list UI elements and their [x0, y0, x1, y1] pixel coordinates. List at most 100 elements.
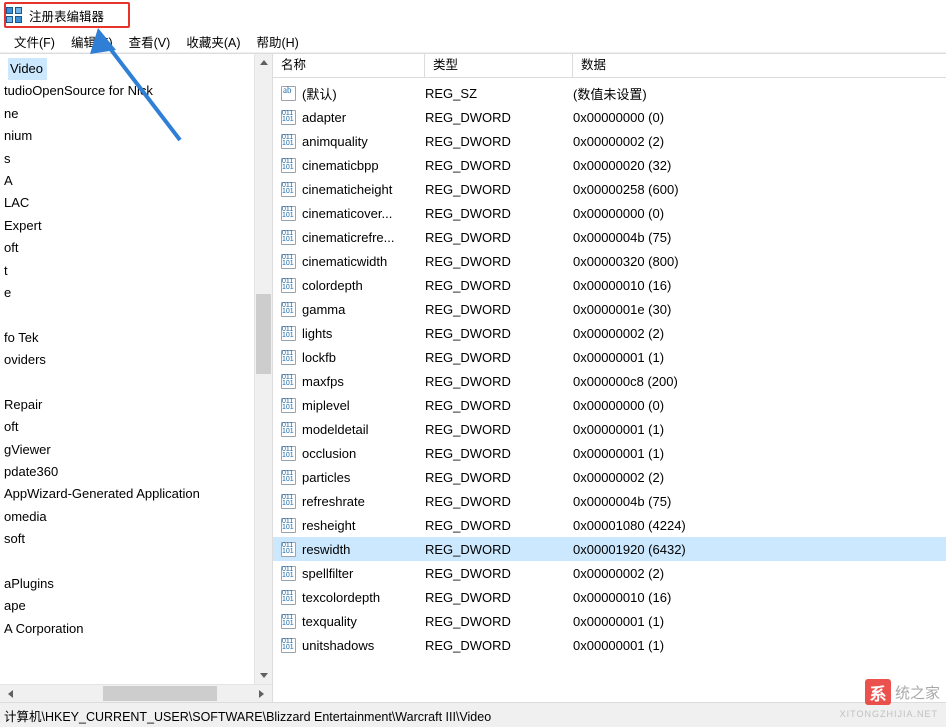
value-row[interactable]: lightsREG_DWORD0x00000002 (2)	[273, 321, 946, 345]
values-list[interactable]: (默认)REG_SZ(数值未设置)adapterREG_DWORD0x00000…	[273, 78, 946, 702]
dword-value-icon	[281, 446, 296, 461]
value-type: REG_DWORD	[425, 350, 573, 365]
value-row[interactable]: modeldetailREG_DWORD0x00000001 (1)	[273, 417, 946, 441]
tree-item[interactable]: oft	[0, 416, 254, 438]
menu-favorites[interactable]: 收藏夹(A)	[178, 30, 248, 53]
tree-item[interactable]: pdate360	[0, 461, 254, 483]
scroll-left-arrow-icon[interactable]	[0, 685, 17, 702]
tree-item[interactable]: tudioOpenSource for Nick	[0, 80, 254, 102]
tree-item[interactable]: Repair	[0, 394, 254, 416]
value-row[interactable]: spellfilterREG_DWORD0x00000002 (2)	[273, 561, 946, 585]
value-name: cinematicbpp	[302, 158, 379, 173]
value-row[interactable]: resheightREG_DWORD0x00001080 (4224)	[273, 513, 946, 537]
value-row[interactable]: reswidthREG_DWORD0x00001920 (6432)	[273, 537, 946, 561]
dword-value-icon	[281, 398, 296, 413]
tree-item[interactable]: gViewer	[0, 439, 254, 461]
value-type: REG_DWORD	[425, 374, 573, 389]
value-name-cell: miplevel	[273, 398, 425, 413]
value-name: particles	[302, 470, 350, 485]
tree-item[interactable]	[0, 371, 254, 393]
value-name: lights	[302, 326, 332, 341]
tree-item[interactable]: A Corporation	[0, 618, 254, 640]
column-header-type[interactable]: 类型	[425, 54, 573, 77]
status-bar: 计算机\HKEY_CURRENT_USER\SOFTWARE\Blizzard …	[0, 702, 946, 727]
value-row[interactable]: (默认)REG_SZ(数值未设置)	[273, 81, 946, 105]
tree-item[interactable]: s	[0, 148, 254, 170]
column-header-data[interactable]: 数据	[573, 54, 946, 77]
value-data: 0x0000004b (75)	[573, 230, 946, 245]
value-row[interactable]: cinematicwidthREG_DWORD0x00000320 (800)	[273, 249, 946, 273]
value-name-cell: refreshrate	[273, 494, 425, 509]
tree-item[interactable]: AppWizard-Generated Application	[0, 483, 254, 505]
tree-item[interactable]: ape	[0, 595, 254, 617]
tree-item[interactable]	[0, 304, 254, 326]
value-type: REG_DWORD	[425, 470, 573, 485]
tree-item-selected[interactable]: Video	[8, 58, 47, 80]
dword-value-icon	[281, 302, 296, 317]
tree-item[interactable]: aPlugins	[0, 573, 254, 595]
tree-item[interactable]: LAC	[0, 192, 254, 214]
tree-item[interactable]: Expert	[0, 215, 254, 237]
value-row[interactable]: animqualityREG_DWORD0x00000002 (2)	[273, 129, 946, 153]
string-value-icon	[281, 86, 296, 101]
value-type: REG_DWORD	[425, 422, 573, 437]
value-name-cell: adapter	[273, 110, 425, 125]
value-row[interactable]: cinematicheightREG_DWORD0x00000258 (600)	[273, 177, 946, 201]
registry-editor-icon	[6, 7, 23, 24]
value-data: 0x00000020 (32)	[573, 158, 946, 173]
tree-item[interactable]: e	[0, 282, 254, 304]
dword-value-icon	[281, 182, 296, 197]
tree-horizontal-scrollbar[interactable]	[0, 684, 272, 702]
value-type: REG_DWORD	[425, 590, 573, 605]
value-row[interactable]: adapterREG_DWORD0x00000000 (0)	[273, 105, 946, 129]
scroll-up-arrow-icon[interactable]	[255, 54, 272, 71]
menu-edit[interactable]: 编辑(E)	[63, 30, 121, 53]
value-row[interactable]: cinematicover...REG_DWORD0x00000000 (0)	[273, 201, 946, 225]
menu-file[interactable]: 文件(F)	[6, 30, 63, 53]
tree-item[interactable]: A	[0, 170, 254, 192]
tree-item[interactable]: omedia	[0, 506, 254, 528]
tree-item[interactable]: oviders	[0, 349, 254, 371]
tree-item[interactable]: ne	[0, 103, 254, 125]
value-row[interactable]: colordepthREG_DWORD0x00000010 (16)	[273, 273, 946, 297]
value-row[interactable]: refreshrateREG_DWORD0x0000004b (75)	[273, 489, 946, 513]
tree-item[interactable]: nium	[0, 125, 254, 147]
value-row[interactable]: texqualityREG_DWORD0x00000001 (1)	[273, 609, 946, 633]
tree-item[interactable]: oft	[0, 237, 254, 259]
scroll-down-arrow-icon[interactable]	[255, 667, 272, 684]
column-header-name[interactable]: 名称	[273, 54, 425, 77]
registry-tree[interactable]: VideotudioOpenSource for NickneniumsALAC…	[0, 54, 272, 684]
value-type: REG_DWORD	[425, 134, 573, 149]
tree-vertical-scrollbar[interactable]	[254, 54, 272, 684]
value-row[interactable]: lockfbREG_DWORD0x00000001 (1)	[273, 345, 946, 369]
tree-item[interactable]: soft	[0, 528, 254, 550]
value-name-cell: maxfps	[273, 374, 425, 389]
tree-item[interactable]	[0, 663, 254, 684]
value-row[interactable]: occlusionREG_DWORD0x00000001 (1)	[273, 441, 946, 465]
menu-view[interactable]: 查看(V)	[121, 30, 179, 53]
tree-item[interactable]	[0, 551, 254, 573]
value-data: 0x00000258 (600)	[573, 182, 946, 197]
value-type: REG_DWORD	[425, 446, 573, 461]
value-row[interactable]: maxfpsREG_DWORD0x000000c8 (200)	[273, 369, 946, 393]
value-row[interactable]: cinematicbppREG_DWORD0x00000020 (32)	[273, 153, 946, 177]
value-row[interactable]: texcolordepthREG_DWORD0x00000010 (16)	[273, 585, 946, 609]
tree-scroll-thumb[interactable]	[256, 294, 271, 374]
value-row[interactable]: particlesREG_DWORD0x00000002 (2)	[273, 465, 946, 489]
dword-value-icon	[281, 590, 296, 605]
value-row[interactable]: cinematicrefre...REG_DWORD0x0000004b (75…	[273, 225, 946, 249]
tree-item[interactable]: t	[0, 260, 254, 282]
value-name: adapter	[302, 110, 346, 125]
value-type: REG_DWORD	[425, 110, 573, 125]
value-row[interactable]: unitshadowsREG_DWORD0x00000001 (1)	[273, 633, 946, 657]
tree-item[interactable]: Video	[0, 58, 254, 80]
value-row[interactable]: gammaREG_DWORD0x0000001e (30)	[273, 297, 946, 321]
value-row[interactable]: miplevelREG_DWORD0x00000000 (0)	[273, 393, 946, 417]
value-type: REG_DWORD	[425, 638, 573, 653]
value-type: REG_DWORD	[425, 614, 573, 629]
tree-item[interactable]	[0, 640, 254, 662]
menu-help[interactable]: 帮助(H)	[248, 30, 306, 53]
scroll-right-arrow-icon[interactable]	[255, 685, 272, 702]
tree-hscroll-thumb[interactable]	[103, 686, 217, 701]
tree-item[interactable]: fo Tek	[0, 327, 254, 349]
